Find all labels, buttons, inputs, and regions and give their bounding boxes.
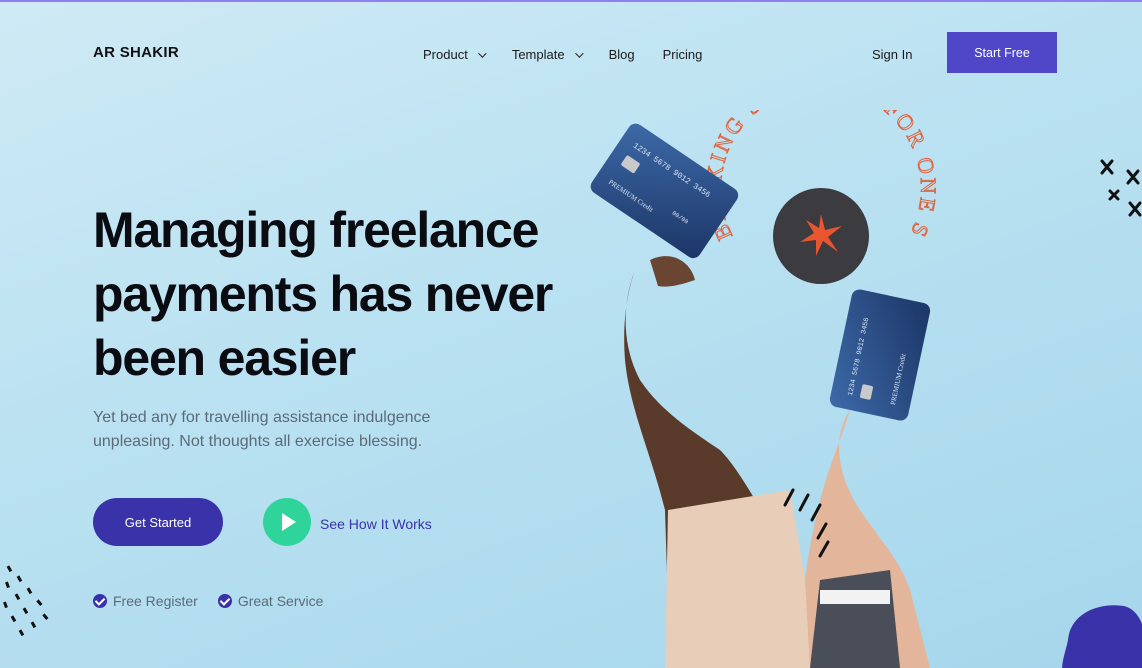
- feature-item: Free Register: [93, 593, 198, 609]
- main-nav: Product Template Blog Pricing: [423, 47, 730, 62]
- beige-sleeve: [665, 490, 820, 668]
- nav-item-label: Blog: [608, 47, 635, 62]
- feature-item: Great Service: [217, 593, 324, 609]
- start-free-button[interactable]: Start Free: [947, 32, 1057, 73]
- nav-item-label: Template: [511, 47, 565, 62]
- nav-item-blog[interactable]: Blog: [609, 47, 635, 62]
- nav-item-pricing[interactable]: Pricing: [663, 47, 703, 62]
- gray-sleeve: [810, 570, 900, 668]
- hero-illustration: BANKING SOLUTION FOR ONE STOP 1234 5678 …: [580, 110, 939, 668]
- headline-line: Managing freelance: [93, 202, 539, 258]
- see-how-it-works-link[interactable]: See How It Works: [320, 516, 432, 532]
- nav-item-label: Pricing: [662, 47, 703, 62]
- headline-line: been easier: [93, 330, 356, 386]
- feature-label: Great Service: [237, 593, 324, 609]
- chevron-down-icon: [477, 48, 487, 58]
- feature-label: Free Register: [113, 593, 198, 609]
- scatter-dots-decoration: [3, 565, 49, 637]
- brand-logo[interactable]: AR SHAKIR: [93, 44, 179, 61]
- nav-item-label: Product: [423, 47, 468, 62]
- nav-item-product[interactable]: Product: [423, 47, 487, 62]
- chevron-down-icon: [574, 48, 584, 58]
- hero-subtext: Yet bed any for travelling assistance in…: [93, 409, 431, 450]
- hero-headline: Managing freelance payments has never be…: [93, 198, 563, 390]
- play-button[interactable]: [263, 498, 311, 546]
- shirt-cuff: [820, 590, 890, 604]
- headline-line: payments has never: [93, 266, 553, 322]
- feature-checks: Free Register Great Service: [93, 593, 343, 609]
- credit-card-right: 1234 5678 9012 3456 PREMIUM Credit: [829, 289, 931, 421]
- dark-thumb: [650, 256, 695, 287]
- blob-decoration: [1062, 605, 1142, 668]
- check-circle-icon: [93, 594, 107, 608]
- sign-in-link[interactable]: Sign In: [872, 47, 912, 62]
- play-icon: [282, 513, 296, 531]
- get-started-button[interactable]: Get Started: [93, 498, 223, 546]
- nav-item-template[interactable]: Template: [511, 47, 584, 62]
- cross-marks-decoration: [1100, 159, 1142, 217]
- check-circle-icon: [217, 594, 232, 608]
- top-accent-line: [0, 0, 1142, 2]
